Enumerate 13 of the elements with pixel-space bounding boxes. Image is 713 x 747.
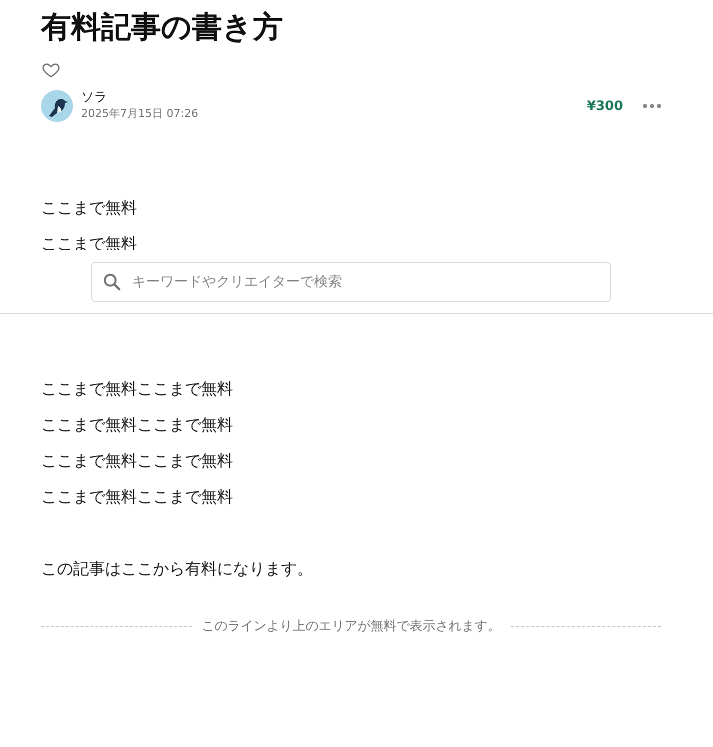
body-text: ここまで無料ここまで無料 (41, 450, 234, 472)
body-text: ここまで無料ここまで無料 (41, 378, 234, 400)
post-date: 2025年7月15日 07:26 (81, 106, 200, 122)
price-label: ¥300 (586, 98, 623, 114)
article-title: 有料記事の書き方 (41, 9, 284, 47)
body-text: ここまで無料 (41, 197, 138, 219)
paywall-note: このラインより上のエリアが無料で表示されます。 (202, 618, 500, 635)
avatar-icon[interactable] (41, 90, 73, 122)
body-text: この記事はここから有料になります。 (41, 558, 314, 580)
body-text: ここまで無料ここまで無料 (41, 486, 234, 508)
author-name[interactable]: ソラ (81, 90, 587, 106)
body-text: ここまで無料ここまで無料 (41, 414, 234, 436)
search-field[interactable]: キーワードやクリエイターで検索 (91, 262, 611, 302)
